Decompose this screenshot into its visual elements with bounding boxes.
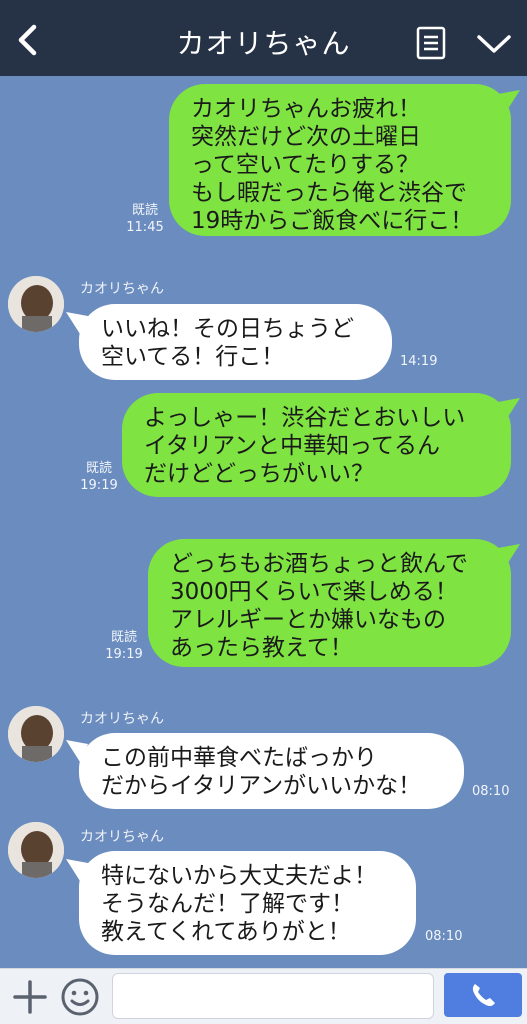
read-label: 既読 xyxy=(85,461,112,476)
received-message-bubble[interactable]: いいね！その日ちょうど 空いてる！行こ！ xyxy=(79,304,392,380)
sent-message-bubble[interactable]: カオリちゃんお疲れ！ 突然だけど次の土曜日 って空いてたりする？ もし暇だったら… xyxy=(169,84,511,236)
message-time: 19:19 xyxy=(80,478,118,493)
avatar-photo xyxy=(8,822,64,878)
sent-message-bubble[interactable]: よっしゃー！渋谷だとおいしい イタリアンと中華知ってるん だけどどっちがいい？ xyxy=(122,393,511,497)
message-time: 19:19 xyxy=(105,647,143,662)
read-label: 既読 xyxy=(131,203,158,218)
phone-icon xyxy=(472,984,495,1007)
avatar[interactable] xyxy=(8,822,64,878)
plus-icon[interactable] xyxy=(12,979,48,1015)
message-time: 11:45 xyxy=(126,220,164,235)
read-label: 既読 xyxy=(110,630,137,645)
received-message-bubble[interactable]: 特にないから大丈夫だよ！ そうなんだ！了解です！ 教えてくれてありがと！ xyxy=(79,851,416,955)
sender-name: カオリちゃん xyxy=(80,711,164,727)
sender-name: カオリちゃん xyxy=(80,281,164,297)
chat-header: カオリちゃん xyxy=(0,0,527,76)
avatar-photo xyxy=(8,706,64,762)
avatar[interactable] xyxy=(8,706,64,762)
call-button[interactable] xyxy=(444,973,522,1017)
avatar[interactable] xyxy=(8,276,64,332)
chat-title: カオリちゃん xyxy=(176,27,351,60)
message-compose-bar xyxy=(0,968,527,1024)
received-message-bubble[interactable]: この前中華食べたばっかり だからイタリアンがいいかな！ xyxy=(79,733,464,809)
message-read-status: 既読 11:45 xyxy=(124,202,166,236)
message-time: 14:19 xyxy=(400,354,438,369)
sender-name: カオリちゃん xyxy=(80,829,164,845)
list-icon[interactable] xyxy=(416,26,446,60)
message-time: 08:10 xyxy=(425,929,463,944)
sent-message-bubble[interactable]: どっちもお酒ちょっと飲んで 3000円くらいで楽しめる！ アレルギーとか嫌いなも… xyxy=(148,539,511,667)
message-read-status: 既読 19:19 xyxy=(78,460,120,494)
avatar-photo xyxy=(8,276,64,332)
smile-icon[interactable] xyxy=(60,977,100,1017)
message-read-status: 既読 19:19 xyxy=(103,629,145,663)
message-list[interactable]: カオリちゃんお疲れ！ 突然だけど次の土曜日 って空いてたりする？ もし暇だったら… xyxy=(0,76,527,968)
message-input[interactable] xyxy=(112,973,434,1019)
chevron-down-icon[interactable] xyxy=(476,34,512,54)
message-time: 08:10 xyxy=(472,784,510,799)
